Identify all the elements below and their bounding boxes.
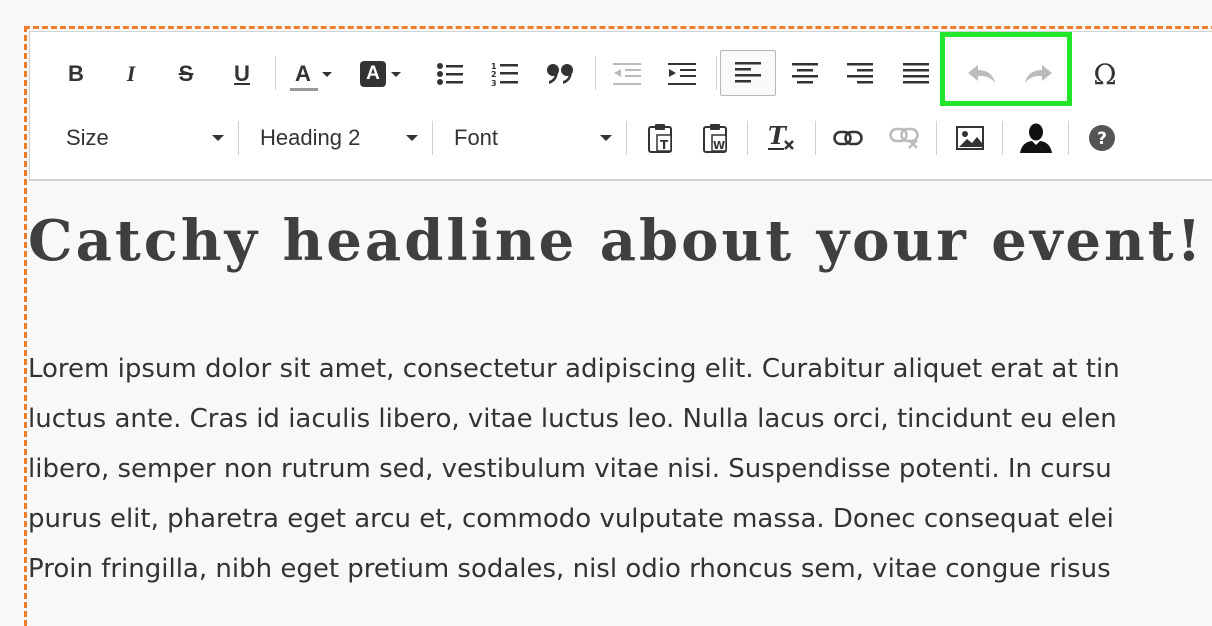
align-center-icon[interactable]	[787, 56, 823, 92]
event-headline[interactable]: Catchy headline about your event!	[28, 208, 1204, 274]
paragraph-line: Lorem ipsum dolor sit amet, consectetur …	[28, 354, 1120, 384]
align-right-icon[interactable]	[842, 56, 878, 92]
body-paragraph[interactable]: Lorem ipsum dolor sit amet, consectetur …	[28, 344, 1212, 594]
outdent-icon[interactable]	[609, 56, 645, 92]
svg-text:3: 3	[491, 79, 497, 87]
paragraph-line: libero, semper non rutrum sed, vestibulu…	[28, 454, 1112, 484]
background-color-button[interactable]: A	[360, 56, 416, 92]
chevron-down-icon	[406, 135, 418, 141]
help-icon[interactable]: ?	[1084, 120, 1120, 156]
link-icon[interactable]	[830, 120, 866, 156]
paragraph-line: Proin fringilla, nibh eget pretium sodal…	[28, 554, 1111, 584]
numbered-list-icon[interactable]: 123	[487, 56, 523, 92]
chevron-down-icon	[600, 135, 612, 141]
align-left-icon[interactable]	[720, 50, 776, 96]
font-family-dropdown[interactable]: Font	[454, 118, 612, 158]
svg-text:2: 2	[491, 70, 497, 79]
undo-redo-highlight	[940, 32, 1072, 106]
paragraph-line: purus elit, pharetra eget arcu et, commo…	[28, 504, 1114, 534]
font-size-dropdown[interactable]: Size	[66, 118, 224, 158]
special-character-button[interactable]: Ω	[1087, 56, 1123, 92]
remove-format-icon[interactable]: T	[763, 120, 799, 156]
toolbar-separator	[275, 56, 276, 90]
toolbar-separator	[1002, 121, 1003, 155]
svg-text:?: ?	[1097, 129, 1107, 149]
paste-as-text-icon[interactable]: T	[643, 120, 679, 156]
chevron-down-icon	[212, 135, 224, 141]
align-justify-icon[interactable]	[898, 56, 934, 92]
paste-from-word-icon[interactable]: W	[698, 120, 734, 156]
toolbar-separator	[432, 121, 433, 155]
toolbar-separator	[716, 56, 717, 90]
svg-text:T: T	[660, 138, 669, 152]
toolbar-separator	[936, 121, 937, 155]
underline-button[interactable]: U	[224, 56, 260, 92]
paragraph-format-dropdown[interactable]: Heading 2	[260, 118, 418, 158]
toolbar-separator	[815, 121, 816, 155]
svg-text:W: W	[713, 139, 725, 152]
unlink-icon[interactable]	[886, 120, 922, 156]
bold-button[interactable]: B	[58, 56, 94, 92]
toolbar-separator	[626, 121, 627, 155]
indent-icon[interactable]	[664, 56, 700, 92]
italic-button[interactable]: I	[113, 56, 149, 92]
bulleted-list-icon[interactable]	[432, 56, 468, 92]
paragraph-line: luctus ante. Cras id iaculis libero, vit…	[28, 404, 1117, 434]
svg-text:T: T	[768, 124, 788, 150]
text-color-button[interactable]: A	[288, 56, 344, 92]
toolbar-separator	[747, 121, 748, 155]
chevron-down-icon	[322, 71, 332, 77]
toolbar-separator	[595, 56, 596, 90]
blockquote-icon[interactable]	[543, 56, 579, 92]
image-icon[interactable]	[952, 120, 988, 156]
toolbar-separator	[1068, 121, 1069, 155]
person-icon[interactable]	[1018, 120, 1054, 156]
chevron-down-icon	[391, 71, 401, 77]
toolbar-separator	[238, 121, 239, 155]
strikethrough-button[interactable]: S	[168, 56, 204, 92]
